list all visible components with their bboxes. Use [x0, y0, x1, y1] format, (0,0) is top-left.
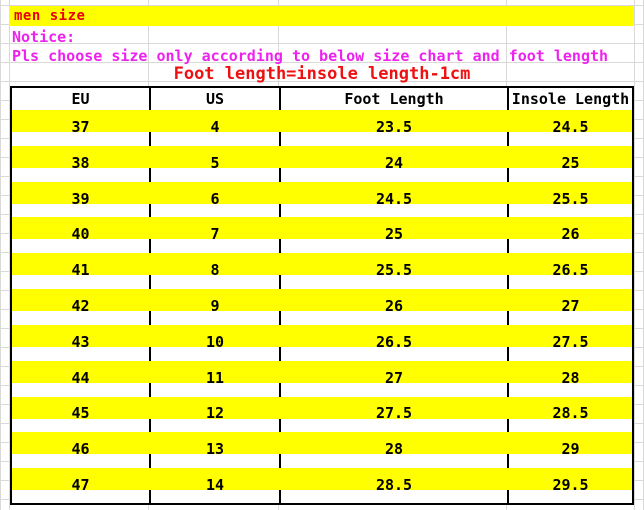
- column-header-eu: EU: [12, 88, 151, 109]
- cell-eu: 43: [12, 323, 151, 360]
- cell-eu: 46: [12, 431, 151, 468]
- cell-eu: 37: [12, 109, 151, 145]
- cell-insole-length: 25.5: [552, 189, 589, 208]
- cell-foot-length: 26: [280, 288, 509, 324]
- men-size-banner: men size: [9, 6, 634, 26]
- cell-eu: 39: [12, 180, 151, 217]
- table-row: 42 9 26 27: [12, 288, 632, 324]
- cell-insole-length: 29.5: [552, 476, 589, 495]
- table-row: 40 7 25 26: [12, 216, 632, 253]
- table-row: 44 11 27 28: [12, 359, 632, 396]
- table-row: 37 4 23.5 24.5: [12, 109, 632, 145]
- cell-foot-length: 25: [280, 216, 509, 253]
- cell-foot-length: 24: [280, 144, 509, 181]
- notice-body-text: Pls choose size only according to below …: [12, 47, 609, 65]
- cell-foot-length: 28: [280, 431, 509, 468]
- cell-insole-length: 27.5: [552, 332, 589, 351]
- cell-insole-length: 24.5: [552, 117, 589, 136]
- cell-insole-length: 28.5: [552, 404, 589, 423]
- cell-us: 5: [150, 144, 281, 181]
- cell-foot-length: 26.5: [280, 323, 509, 360]
- cell-eu: 44: [12, 359, 151, 396]
- cell-eu: 38: [12, 144, 151, 181]
- table-row: 38 5 24 25: [12, 144, 632, 181]
- cell-us: 6: [150, 180, 281, 217]
- cell-foot-length: 28.5: [280, 467, 509, 503]
- column-header-foot-length: Foot Length: [280, 88, 509, 109]
- size-chart-table: EU US Foot Length Insole Length 37 4 23.5 2…: [12, 88, 632, 503]
- cell-foot-length: 27: [280, 359, 509, 396]
- cell-eu: 42: [12, 288, 151, 324]
- cell-us: 14: [150, 467, 281, 503]
- cell-us: 4: [150, 109, 281, 145]
- table-row: 46 13 28 29: [12, 431, 632, 468]
- column-header-us: US: [150, 88, 281, 109]
- table-header-row: EU US Foot Length Insole Length: [12, 88, 632, 109]
- cell-foot-length: 24.5: [280, 180, 509, 217]
- cell-us: 10: [150, 323, 281, 360]
- cell-insole-length: 25: [561, 153, 580, 172]
- cell-insole-length: 27: [561, 296, 580, 315]
- cell-eu: 45: [12, 395, 151, 432]
- table-body: 37 4 23.5 24.5 38 5 24 25 39 6 24.5 25.5 40 7 25 26 41 8 2…: [12, 109, 632, 503]
- table-header: EU US Foot Length Insole Length: [12, 88, 632, 109]
- cell-foot-length: 27.5: [280, 395, 509, 432]
- men-size-banner-text: men size: [14, 8, 86, 24]
- cell-us: 7: [150, 216, 281, 253]
- cell-us: 11: [150, 359, 281, 396]
- cell-insole-length: 28: [561, 368, 580, 387]
- column-header-insole-length: Insole Length: [508, 88, 632, 109]
- cell-us: 9: [150, 288, 281, 324]
- cell-eu: 47: [12, 467, 151, 503]
- cell-us: 8: [150, 252, 281, 289]
- notice-label: Notice:: [12, 28, 76, 46]
- formula-text: Foot length=insole length-1cm: [173, 64, 471, 84]
- table-row: 41 8 25.5 26.5: [12, 252, 632, 289]
- cell-insole-length: 29: [561, 440, 580, 459]
- cell-us: 12: [150, 395, 281, 432]
- cell-eu: 40: [12, 216, 151, 253]
- cell-us: 13: [150, 431, 281, 468]
- table-row: 45 12 27.5 28.5: [12, 395, 632, 432]
- size-chart-table-container: EU US Foot Length Insole Length 37 4 23.5 2…: [10, 86, 634, 505]
- cell-insole-length: 26.5: [552, 261, 589, 280]
- cell-insole-length: 26: [561, 225, 580, 244]
- table-row: 47 14 28.5 29.5: [12, 467, 632, 503]
- cell-eu: 41: [12, 252, 151, 289]
- table-row: 43 10 26.5 27.5: [12, 323, 632, 360]
- cell-foot-length: 23.5: [280, 109, 509, 145]
- table-row: 39 6 24.5 25.5: [12, 180, 632, 217]
- size-chart-page: men size Notice: Pls choose size only ac…: [0, 0, 644, 510]
- cell-foot-length: 25.5: [280, 252, 509, 289]
